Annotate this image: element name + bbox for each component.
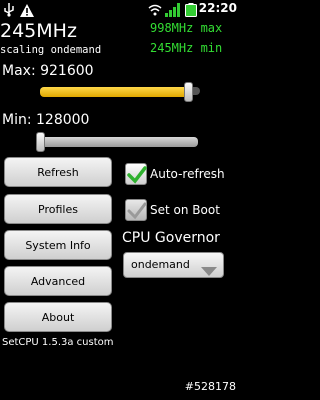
cpu-governor-spinner[interactable]: ondemand bbox=[123, 252, 224, 278]
min-frequency-text: 245MHz min bbox=[150, 41, 223, 55]
max-frequency-text: 998MHz max bbox=[150, 21, 223, 35]
about-button[interactable]: About bbox=[4, 302, 112, 332]
cpu-governor-title: CPU Governor bbox=[122, 230, 220, 246]
checkmark-icon bbox=[127, 166, 147, 184]
max-slider-thumb[interactable] bbox=[184, 82, 193, 102]
refresh-button[interactable]: Refresh bbox=[4, 157, 112, 187]
battery-icon bbox=[185, 2, 197, 21]
system-info-button[interactable]: System Info bbox=[4, 230, 112, 260]
min-slider-track bbox=[36, 137, 198, 147]
scaling-governor-text: scaling ondemand bbox=[0, 44, 102, 56]
advanced-button[interactable]: Advanced bbox=[4, 266, 112, 296]
status-bar: 22:20 bbox=[0, 0, 240, 18]
cpu-governor-selected: ondemand bbox=[131, 258, 190, 271]
min-slider[interactable] bbox=[36, 132, 200, 152]
image-id-text: #528178 bbox=[184, 380, 236, 393]
profiles-button[interactable]: Profiles bbox=[4, 194, 112, 224]
usb-icon bbox=[3, 2, 15, 21]
version-text: SetCPU 1.5.3a custom bbox=[2, 337, 114, 348]
min-slider-thumb[interactable] bbox=[36, 132, 45, 152]
auto-refresh-label: Auto-refresh bbox=[150, 167, 225, 181]
chevron-down-icon bbox=[201, 261, 217, 280]
auto-refresh-checkbox[interactable] bbox=[125, 163, 147, 185]
max-slider-label: Max: 921600 bbox=[2, 63, 94, 79]
clock: 22:20 bbox=[198, 1, 237, 15]
wifi-icon bbox=[148, 2, 162, 21]
max-slider[interactable] bbox=[40, 82, 204, 102]
current-frequency: 245MHz bbox=[0, 20, 77, 42]
set-on-boot-label: Set on Boot bbox=[150, 203, 220, 217]
warning-icon bbox=[20, 2, 34, 21]
min-slider-label: Min: 128000 bbox=[2, 112, 90, 128]
set-on-boot-checkbox[interactable] bbox=[125, 199, 147, 221]
signal-icon bbox=[165, 2, 181, 21]
checkmark-faded-icon bbox=[127, 202, 147, 220]
max-slider-fill bbox=[40, 87, 189, 97]
